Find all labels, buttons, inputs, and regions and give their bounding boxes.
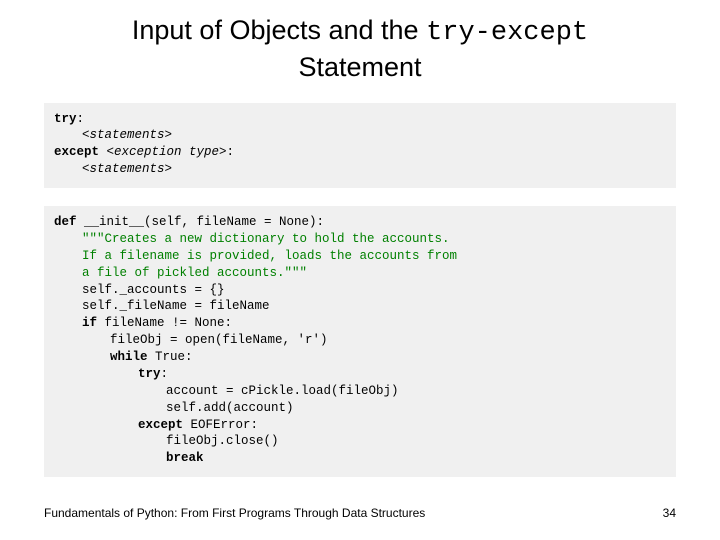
slide-footer: Fundamentals of Python: From First Progr…: [44, 506, 676, 520]
title-part1: Input of Objects and the: [132, 15, 426, 45]
slide-title: Input of Objects and the try-except Stat…: [0, 0, 720, 85]
code-line: self._accounts = {}: [54, 282, 666, 299]
kw-try: try: [138, 367, 161, 381]
docstring: """Creates a new dictionary to hold the …: [54, 231, 666, 248]
code-line: self.add(account): [54, 400, 666, 417]
exception-type: <exception type>: [99, 145, 227, 159]
page-number: 34: [663, 506, 676, 520]
kw-try: try: [54, 112, 77, 126]
example-block: def __init__(self, fileName = None): """…: [44, 206, 676, 477]
syntax-block: try: <statements> except <exception type…: [44, 103, 676, 189]
code-line: EOFError:: [183, 418, 258, 432]
title-mono: try-except: [426, 18, 588, 48]
colon: :: [161, 367, 169, 381]
kw-except: except: [54, 145, 99, 159]
stmts-placeholder: <statements>: [54, 127, 666, 144]
kw-while: while: [110, 350, 148, 364]
code-line: fileName != None:: [97, 316, 232, 330]
title-part2: Statement: [298, 52, 421, 82]
kw-def: def: [54, 215, 77, 229]
colon: :: [77, 112, 85, 126]
stmts-placeholder: <statements>: [54, 161, 666, 178]
kw-break: break: [54, 450, 666, 467]
def-sig: __init__(self, fileName = None):: [77, 215, 325, 229]
docstring: a file of pickled accounts.""": [54, 265, 666, 282]
kw-if: if: [82, 316, 97, 330]
code-line: self._fileName = fileName: [54, 298, 666, 315]
code-line: fileObj = open(fileName, 'r'): [54, 332, 666, 349]
footer-text: Fundamentals of Python: From First Progr…: [44, 506, 425, 520]
kw-except: except: [138, 418, 183, 432]
code-line: account = cPickle.load(fileObj): [54, 383, 666, 400]
colon: :: [227, 145, 235, 159]
docstring: If a filename is provided, loads the acc…: [54, 248, 666, 265]
code-line: fileObj.close(): [54, 433, 666, 450]
code-line: True:: [148, 350, 193, 364]
